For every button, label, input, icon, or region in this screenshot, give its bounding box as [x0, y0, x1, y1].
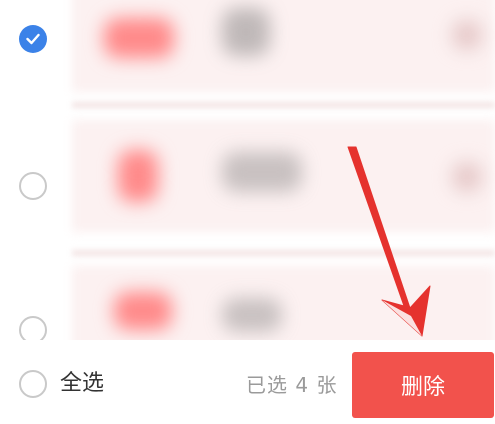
item-thumbnail-blurred [114, 292, 172, 330]
item-detail-blurred [452, 20, 482, 50]
list-divider [72, 102, 495, 108]
item-detail-blurred [452, 162, 482, 192]
list-divider [72, 250, 495, 256]
delete-button[interactable]: 删除 [352, 352, 494, 418]
item-image-blurred [222, 8, 270, 56]
item-image-blurred [222, 152, 302, 192]
item-checkbox-checked[interactable] [19, 25, 47, 53]
item-image-blurred [222, 298, 282, 332]
list-item[interactable] [0, 0, 495, 100]
list-item[interactable] [0, 112, 495, 232]
select-all-label[interactable]: 全选 [60, 370, 104, 398]
selected-count: 已选 4 张 [246, 373, 338, 397]
list-item[interactable] [0, 258, 495, 340]
select-all-radio[interactable] [19, 370, 47, 398]
item-thumbnail-blurred [104, 18, 174, 58]
photo-list [0, 0, 495, 340]
bottom-action-bar: 全选 已选 4 张 删除 [0, 340, 495, 424]
item-checkbox[interactable] [19, 172, 47, 200]
item-thumbnail-blurred [118, 150, 158, 202]
checkmark-icon [26, 33, 40, 45]
item-checkbox[interactable] [19, 316, 47, 340]
